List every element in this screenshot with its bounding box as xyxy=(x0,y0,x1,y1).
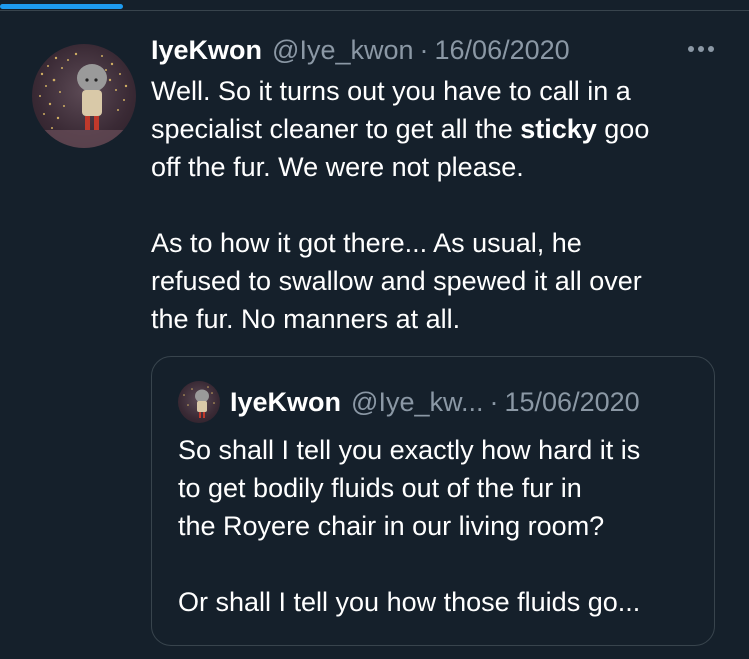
avatar[interactable] xyxy=(32,44,136,148)
quoted-line: to get bodily fluids out of the fur in xyxy=(178,473,582,503)
quoted-user-handle[interactable]: @Iye_kw... xyxy=(351,387,483,418)
quoted-tweet-header: IyeKwon @Iye_kw... · 15/06/2020 xyxy=(178,379,704,425)
quoted-line: the Royere chair in our living room? xyxy=(178,511,605,541)
quoted-tweet-date[interactable]: 15/06/2020 xyxy=(505,387,640,418)
quoted-display-name[interactable]: IyeKwon xyxy=(230,387,341,418)
separator-dot: · xyxy=(419,34,429,65)
tweet-text-segment: specialist cleaner to get all the xyxy=(151,114,521,144)
tweet-page: IyeKwon @Iye_kwon · 16/06/2020 Well. So … xyxy=(0,0,749,659)
tweet-text: Well. So it turns out you have to call i… xyxy=(151,72,731,338)
quoted-avatar xyxy=(178,381,220,423)
tab-indicator xyxy=(0,4,123,9)
bold-word: sticky xyxy=(520,114,597,144)
tweet-text-segment: goo xyxy=(596,114,650,144)
avatar-illustration xyxy=(32,52,136,148)
more-horizontal-icon xyxy=(688,46,714,52)
top-bar xyxy=(0,0,749,10)
quoted-tweet[interactable]: IyeKwon @Iye_kw... · 15/06/2020 So shall… xyxy=(151,356,715,646)
quoted-line: So shall I tell you exactly how hard it … xyxy=(178,435,641,465)
quoted-avatar-illustration xyxy=(183,386,215,418)
separator-dot: · xyxy=(489,386,499,417)
quoted-tweet-text: So shall I tell you exactly how hard it … xyxy=(178,431,698,621)
tweet-line: off the fur. We were not please. xyxy=(151,152,524,182)
tweet-date[interactable]: 16/06/2020 xyxy=(435,35,570,66)
divider xyxy=(0,10,749,11)
tweet-line: Well. So it turns out you have to call i… xyxy=(151,76,631,106)
tweet-line: refused to swallow and spewed it all ove… xyxy=(151,266,642,296)
tweet-line: the fur. No manners at all. xyxy=(151,304,461,334)
tweet-line: As to how it got there... As usual, he xyxy=(151,228,582,258)
display-name[interactable]: IyeKwon xyxy=(151,35,262,66)
tweet-line: specialist cleaner to get all the sticky… xyxy=(151,110,731,148)
quoted-line: Or shall I tell you how those fluids go.… xyxy=(178,587,641,617)
tweet-header: IyeKwon @Iye_kwon · 16/06/2020 xyxy=(151,30,719,70)
more-options-button[interactable] xyxy=(683,34,719,64)
user-handle[interactable]: @Iye_kwon xyxy=(272,35,413,66)
